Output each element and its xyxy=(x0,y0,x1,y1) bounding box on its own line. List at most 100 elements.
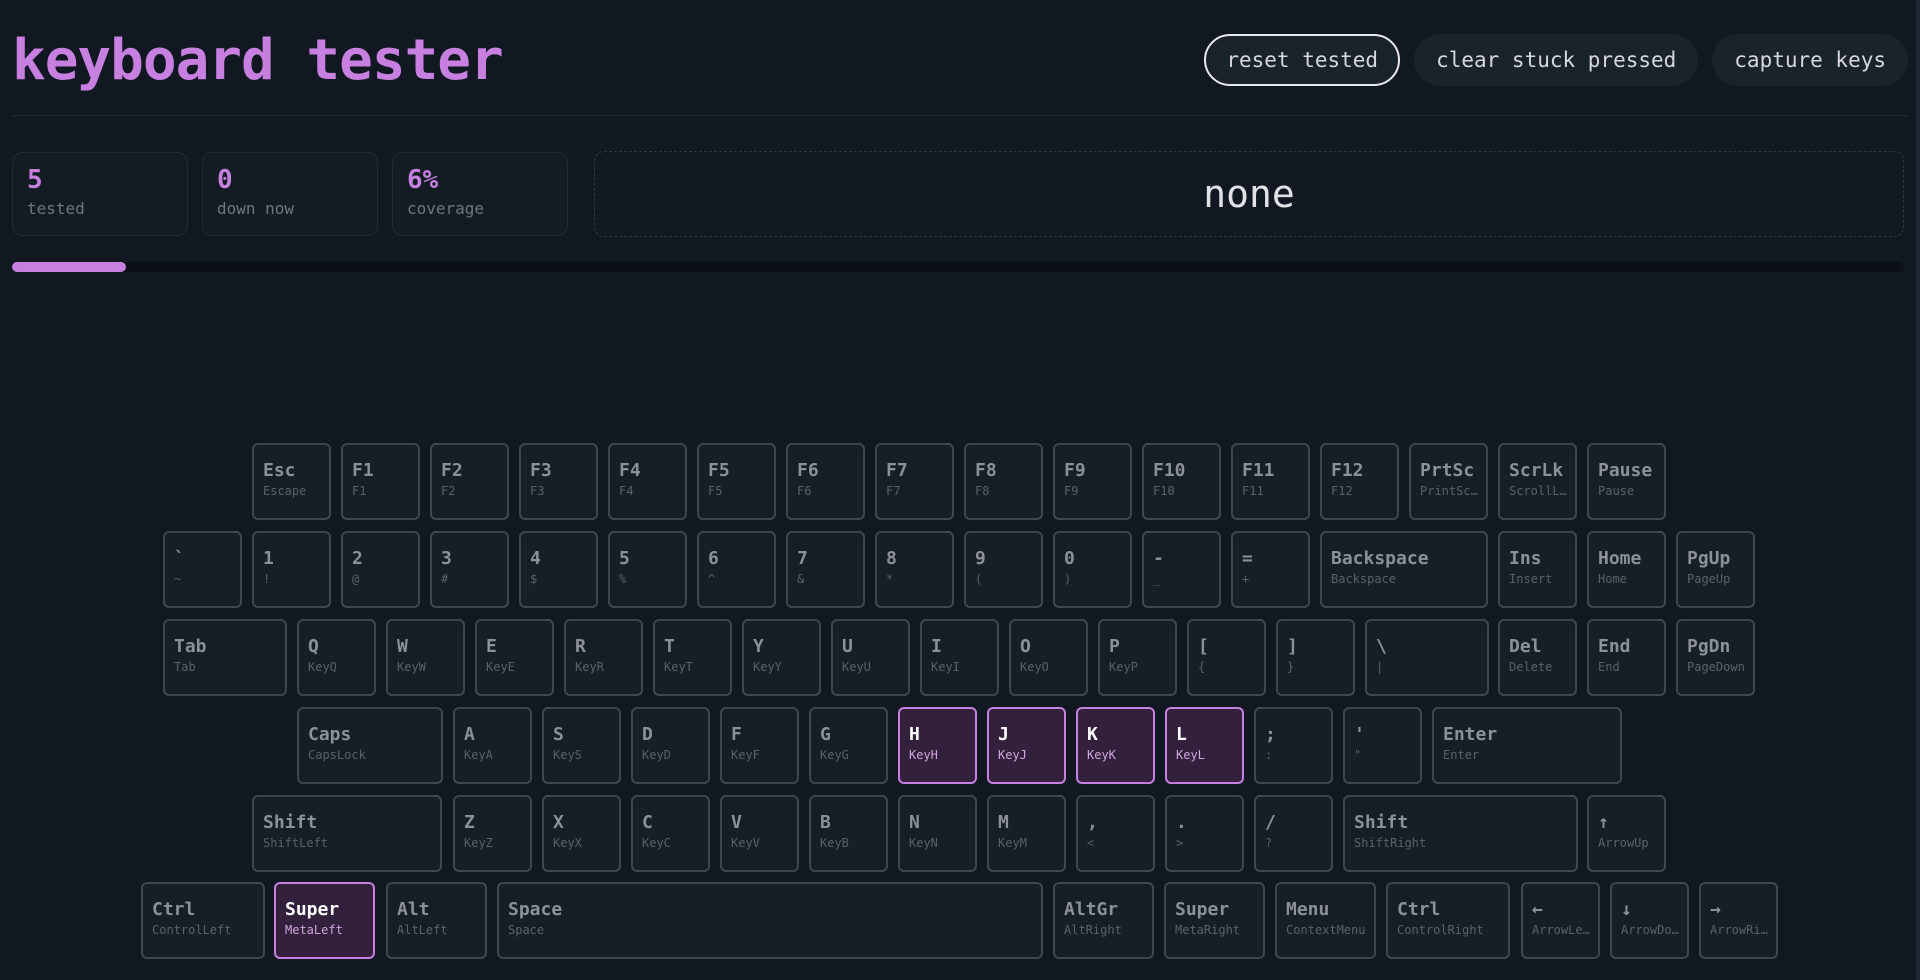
key-keyj[interactable]: J KeyJ xyxy=(987,707,1066,784)
key-keyr[interactable]: R KeyR xyxy=(564,619,643,696)
key--[interactable]: 8 * xyxy=(875,531,954,608)
key-pageup[interactable]: PgUp PageUp xyxy=(1676,531,1755,608)
key--[interactable]: ` ~ xyxy=(163,531,242,608)
key-f7[interactable]: F7 F7 xyxy=(875,443,954,520)
key-label: → xyxy=(1710,899,1721,920)
key--[interactable]: 2 @ xyxy=(341,531,420,608)
key-keyn[interactable]: N KeyN xyxy=(898,795,977,872)
key-arrowle-[interactable]: ← ArrowLe… xyxy=(1521,882,1600,959)
key-pause[interactable]: Pause Pause xyxy=(1587,443,1666,520)
key-f4[interactable]: F4 F4 xyxy=(608,443,687,520)
key-keyb[interactable]: B KeyB xyxy=(809,795,888,872)
key-keyu[interactable]: U KeyU xyxy=(831,619,910,696)
key-backspace[interactable]: Backspace Backspace xyxy=(1320,531,1488,608)
key-shiftright[interactable]: Shift ShiftRight xyxy=(1343,795,1578,872)
key-keyq[interactable]: Q KeyQ xyxy=(297,619,376,696)
key-end[interactable]: End End xyxy=(1587,619,1666,696)
key-code: | xyxy=(1376,660,1384,674)
key-label: L xyxy=(1176,724,1187,745)
key-keyz[interactable]: Z KeyZ xyxy=(453,795,532,872)
key-label: R xyxy=(575,636,586,657)
key--[interactable]: 0) xyxy=(1053,531,1132,608)
key-f8[interactable]: F8 F8 xyxy=(964,443,1043,520)
key--[interactable]: [{ xyxy=(1187,619,1266,696)
key-escape[interactable]: Esc Escape xyxy=(252,443,331,520)
key-keyv[interactable]: V KeyV xyxy=(720,795,799,872)
key-enter[interactable]: Enter Enter xyxy=(1432,707,1622,784)
scrollbar[interactable] xyxy=(1916,0,1920,980)
key-f1[interactable]: F1 F1 xyxy=(341,443,420,520)
key-metaleft[interactable]: Super MetaLeft xyxy=(274,882,375,959)
key-keyp[interactable]: P KeyP xyxy=(1098,619,1177,696)
key-f5[interactable]: F5 F5 xyxy=(697,443,776,520)
key-keyd[interactable]: D KeyD xyxy=(631,707,710,784)
key-f3[interactable]: F3 F3 xyxy=(519,443,598,520)
key--[interactable]: 9( xyxy=(964,531,1043,608)
key-code: AltRight xyxy=(1064,923,1122,937)
key-keyg[interactable]: G KeyG xyxy=(809,707,888,784)
key--[interactable]: . > xyxy=(1165,795,1244,872)
key-keyx[interactable]: X KeyX xyxy=(542,795,621,872)
key-label: Super xyxy=(1175,899,1230,920)
key-f10[interactable]: F10 F10 xyxy=(1142,443,1221,520)
key-altright[interactable]: AltGr AltRight xyxy=(1053,882,1154,959)
key-keya[interactable]: A KeyA xyxy=(453,707,532,784)
key-keys[interactable]: S KeyS xyxy=(542,707,621,784)
key--[interactable]: 7 & xyxy=(786,531,865,608)
key-scrolll-[interactable]: ScrLk ScrollL… xyxy=(1498,443,1577,520)
key--[interactable]: = + xyxy=(1231,531,1310,608)
capture-keys-button[interactable]: capture keys xyxy=(1712,34,1908,86)
key-keyc[interactable]: C KeyC xyxy=(631,795,710,872)
key-controlright[interactable]: Ctrl ControlRight xyxy=(1386,882,1510,959)
key-keyi[interactable]: I KeyI xyxy=(920,619,999,696)
key--[interactable]: , < xyxy=(1076,795,1155,872)
key-keyt[interactable]: T KeyT xyxy=(653,619,732,696)
key-capslock[interactable]: Caps CapsLock xyxy=(297,707,443,784)
key-arrowdo-[interactable]: ↓ ArrowDo… xyxy=(1610,882,1689,959)
key--[interactable]: - _ xyxy=(1142,531,1221,608)
key--[interactable]: 4 $ xyxy=(519,531,598,608)
key-arrowup[interactable]: ↑ ArrowUp xyxy=(1587,795,1666,872)
key-shiftleft[interactable]: Shift ShiftLeft xyxy=(252,795,442,872)
key-keyw[interactable]: W KeyW xyxy=(386,619,465,696)
key--[interactable]: ;: xyxy=(1254,707,1333,784)
key-metaright[interactable]: Super MetaRight xyxy=(1164,882,1265,959)
key-f12[interactable]: F12 F12 xyxy=(1320,443,1399,520)
key--[interactable]: 3 # xyxy=(430,531,509,608)
key-space[interactable]: Space Space xyxy=(497,882,1043,959)
key-insert[interactable]: Ins Insert xyxy=(1498,531,1577,608)
key-label: Shift xyxy=(1354,812,1409,833)
key-keye[interactable]: E KeyE xyxy=(475,619,554,696)
key-altleft[interactable]: Alt AltLeft xyxy=(386,882,487,959)
key--[interactable]: 5% xyxy=(608,531,687,608)
key--[interactable]: 6 ^ xyxy=(697,531,776,608)
key-f2[interactable]: F2 F2 xyxy=(430,443,509,520)
key-home[interactable]: Home Home xyxy=(1587,531,1666,608)
key-code: KeyR xyxy=(575,660,604,674)
key-keyh[interactable]: H KeyH xyxy=(898,707,977,784)
key-keyk[interactable]: K KeyK xyxy=(1076,707,1155,784)
reset-tested-button[interactable]: reset tested xyxy=(1204,34,1401,86)
key-pagedown[interactable]: PgDn PageDown xyxy=(1676,619,1755,696)
key-keyy[interactable]: Y KeyY xyxy=(742,619,821,696)
key--[interactable]: \ | xyxy=(1365,619,1489,696)
key-label: Shift xyxy=(263,812,318,833)
key-keyo[interactable]: O KeyO xyxy=(1009,619,1088,696)
key-controlleft[interactable]: Ctrl ControlLeft xyxy=(141,882,265,959)
key-printsc-[interactable]: PrtSc PrintSc… xyxy=(1409,443,1488,520)
key-contextmenu[interactable]: Menu ContextMenu xyxy=(1275,882,1376,959)
key-f9[interactable]: F9 F9 xyxy=(1053,443,1132,520)
key--[interactable]: /? xyxy=(1254,795,1333,872)
key-arrowri-[interactable]: → ArrowRi… xyxy=(1699,882,1778,959)
key-keyf[interactable]: F KeyF xyxy=(720,707,799,784)
key-keym[interactable]: M KeyM xyxy=(987,795,1066,872)
key--[interactable]: 1! xyxy=(252,531,331,608)
key--[interactable]: ]} xyxy=(1276,619,1355,696)
key--[interactable]: ' " xyxy=(1343,707,1422,784)
key-delete[interactable]: Del Delete xyxy=(1498,619,1577,696)
key-keyl[interactable]: L KeyL xyxy=(1165,707,1244,784)
key-f6[interactable]: F6 F6 xyxy=(786,443,865,520)
clear-stuck-button[interactable]: clear stuck pressed xyxy=(1414,34,1699,86)
key-tab[interactable]: Tab Tab xyxy=(163,619,287,696)
key-f11[interactable]: F11 F11 xyxy=(1231,443,1310,520)
